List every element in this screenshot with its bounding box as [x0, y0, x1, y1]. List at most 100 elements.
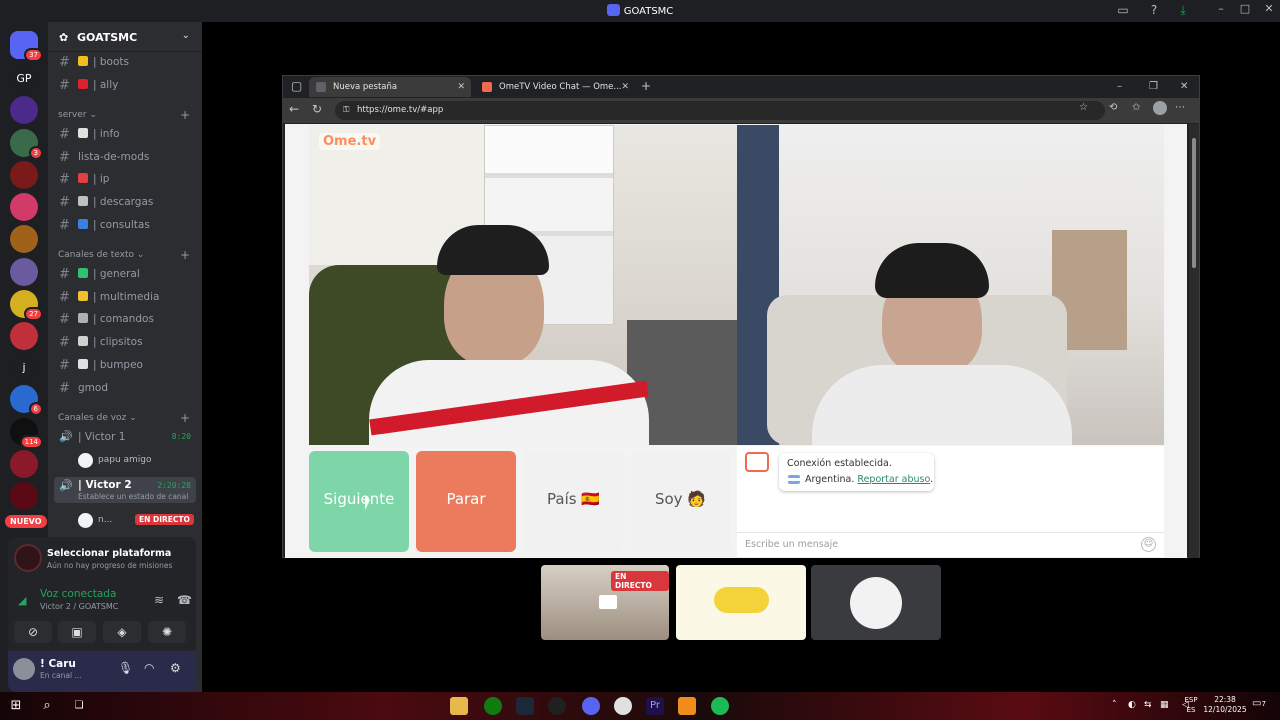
- channel-item[interactable]: # | multimedia: [56, 288, 196, 308]
- voice-connected-sub[interactable]: Victor 2 / GOATSMC: [40, 602, 118, 611]
- close-icon[interactable]: ✕: [621, 77, 629, 97]
- inbox-icon[interactable]: ▭: [1116, 3, 1130, 17]
- reload-icon[interactable]: ↻: [312, 102, 322, 116]
- username[interactable]: ! Caru: [40, 658, 76, 670]
- participant-tile-user[interactable]: [811, 565, 941, 640]
- server-icon[interactable]: 37: [10, 31, 43, 62]
- scrollbar-thumb[interactable]: [1192, 138, 1196, 268]
- country-button[interactable]: País 🇪🇸: [524, 451, 623, 552]
- server-icon[interactable]: j: [10, 354, 38, 382]
- channel-item[interactable]: # lista-de-mods: [56, 148, 196, 168]
- server-icon[interactable]: [10, 193, 38, 221]
- participant-tile-stream[interactable]: EN DIRECTO: [541, 565, 669, 640]
- site-info-icon[interactable]: ⚿: [343, 101, 349, 120]
- channel-item[interactable]: # | clipsitos: [56, 333, 196, 353]
- channel-item[interactable]: # | comandos: [56, 310, 196, 330]
- browser-close-button[interactable]: ✕: [1180, 81, 1188, 92]
- message-input[interactable]: Escribe un mensaje ☺: [737, 532, 1164, 557]
- favorites-icon[interactable]: ✩: [1132, 102, 1140, 113]
- channel-item[interactable]: # | descargas: [56, 193, 196, 213]
- browser-restore-button[interactable]: ❐: [1149, 81, 1158, 92]
- report-abuse-link[interactable]: Reportar abuso: [857, 474, 930, 485]
- channel-item[interactable]: # | ally: [56, 76, 196, 96]
- tray-overflow-icon[interactable]: ˄: [1112, 700, 1117, 710]
- channel-item[interactable]: # | bumpeo: [56, 356, 196, 376]
- channel-item[interactable]: # | boots: [56, 53, 196, 73]
- keyboard-icon[interactable]: ▦: [1160, 700, 1169, 710]
- microphone-icon[interactable]: 🎙: [118, 661, 133, 675]
- headphones-icon[interactable]: ◠: [144, 661, 154, 675]
- stop-button[interactable]: Parar: [416, 451, 516, 552]
- settings-icon[interactable]: ⚙: [170, 661, 181, 675]
- tray-app-icon[interactable]: ⇆: [1144, 700, 1152, 710]
- scrollbar[interactable]: [1189, 124, 1199, 558]
- obs-icon[interactable]: [548, 697, 566, 715]
- server-icon[interactable]: [10, 161, 38, 189]
- server-icon[interactable]: 114: [10, 418, 43, 449]
- activity-icon[interactable]: ◈: [103, 621, 141, 643]
- menu-icon[interactable]: ⋯: [1175, 102, 1185, 113]
- task-view-icon[interactable]: ❏: [70, 697, 88, 715]
- language-indicator[interactable]: ESP ES: [1182, 695, 1200, 715]
- tab-new[interactable]: Nueva pestaña ✕: [309, 77, 471, 97]
- maximize-button[interactable]: □: [1235, 2, 1255, 18]
- noise-suppression-icon[interactable]: ≋: [154, 593, 164, 607]
- voice-channel[interactable]: 🔊 | Victor 1 8:20: [54, 428, 196, 448]
- new-tab-icon[interactable]: +: [641, 79, 651, 93]
- add-channel-icon[interactable]: +: [180, 248, 190, 262]
- clock[interactable]: 22:38 12/10/2025: [1202, 695, 1248, 715]
- browser-minimize-button[interactable]: –: [1117, 81, 1122, 92]
- channel-item[interactable]: # | ip: [56, 170, 196, 190]
- channel-category[interactable]: Canales de texto ⌄ +: [58, 248, 190, 262]
- chrome-icon[interactable]: [614, 697, 632, 715]
- server-icon[interactable]: [10, 450, 38, 478]
- server-icon[interactable]: 27: [10, 290, 43, 321]
- server-icon[interactable]: [10, 225, 38, 253]
- channel-item[interactable]: # | general: [56, 265, 196, 285]
- close-icon[interactable]: ✕: [457, 77, 465, 97]
- start-icon[interactable]: ⊞: [7, 697, 25, 715]
- profile-icon[interactable]: [1153, 101, 1167, 115]
- premiere-icon[interactable]: Pr: [646, 697, 664, 715]
- spotify-icon[interactable]: [711, 697, 729, 715]
- emoji-icon[interactable]: ☺: [1141, 537, 1156, 552]
- url-input[interactable]: ⚿ https://ome.tv/#app: [335, 101, 1105, 120]
- server-icon[interactable]: [10, 96, 38, 124]
- guild-header[interactable]: ✿ GOATSMC ⌄: [48, 22, 202, 52]
- server-icon[interactable]: 6: [10, 385, 43, 416]
- channel-status[interactable]: Establece un estado de canal: [78, 492, 188, 501]
- add-channel-icon[interactable]: +: [180, 411, 190, 425]
- server-icon[interactable]: 3: [10, 129, 43, 160]
- server-icon[interactable]: [10, 258, 38, 286]
- voice-channel[interactable]: 🔊 | Victor 2 2:20:28 Establece un estado de…: [54, 477, 196, 503]
- gender-button[interactable]: Soy 🧑: [631, 451, 730, 552]
- extensions-icon[interactable]: ⟲: [1109, 102, 1117, 113]
- tab-ometv[interactable]: OmeTV Video Chat — Ome... ✕: [475, 77, 635, 97]
- favorite-icon[interactable]: ☆: [1079, 102, 1088, 113]
- channel-category[interactable]: Canales de voz ⌄ +: [58, 411, 190, 425]
- tab-actions-icon[interactable]: ▢: [291, 79, 302, 93]
- add-channel-icon[interactable]: +: [180, 108, 190, 122]
- close-button[interactable]: ✕: [1259, 2, 1279, 18]
- steam-icon[interactable]: [516, 697, 534, 715]
- screen-share-icon[interactable]: ▣: [58, 621, 96, 643]
- search-icon[interactable]: ⌕: [38, 697, 56, 715]
- quest-banner[interactable]: Seleccionar plataforma Aún no hay progre…: [14, 544, 190, 574]
- channel-item[interactable]: # | info: [56, 125, 196, 145]
- voice-connected-title[interactable]: Voz conectada: [40, 588, 116, 600]
- minimize-button[interactable]: –: [1211, 2, 1231, 18]
- tray-app-icon[interactable]: ◐: [1128, 700, 1136, 710]
- xbox-icon[interactable]: [484, 697, 502, 715]
- next-button[interactable]: Siguiente: [309, 451, 409, 552]
- disconnect-icon[interactable]: ☎: [177, 593, 192, 607]
- file-explorer-icon[interactable]: [450, 697, 468, 715]
- server-icon[interactable]: [10, 322, 38, 350]
- chevron-down-icon[interactable]: ⌄: [182, 30, 190, 41]
- camera-off-icon[interactable]: ⊘: [14, 621, 52, 643]
- server-icon[interactable]: GP: [10, 65, 38, 93]
- help-icon[interactable]: ?: [1147, 3, 1161, 17]
- download-icon[interactable]: ⤓: [1176, 3, 1190, 17]
- channel-item[interactable]: # | consultas: [56, 216, 196, 236]
- participant-tile-user[interactable]: [676, 565, 806, 640]
- server-icon[interactable]: [10, 482, 38, 510]
